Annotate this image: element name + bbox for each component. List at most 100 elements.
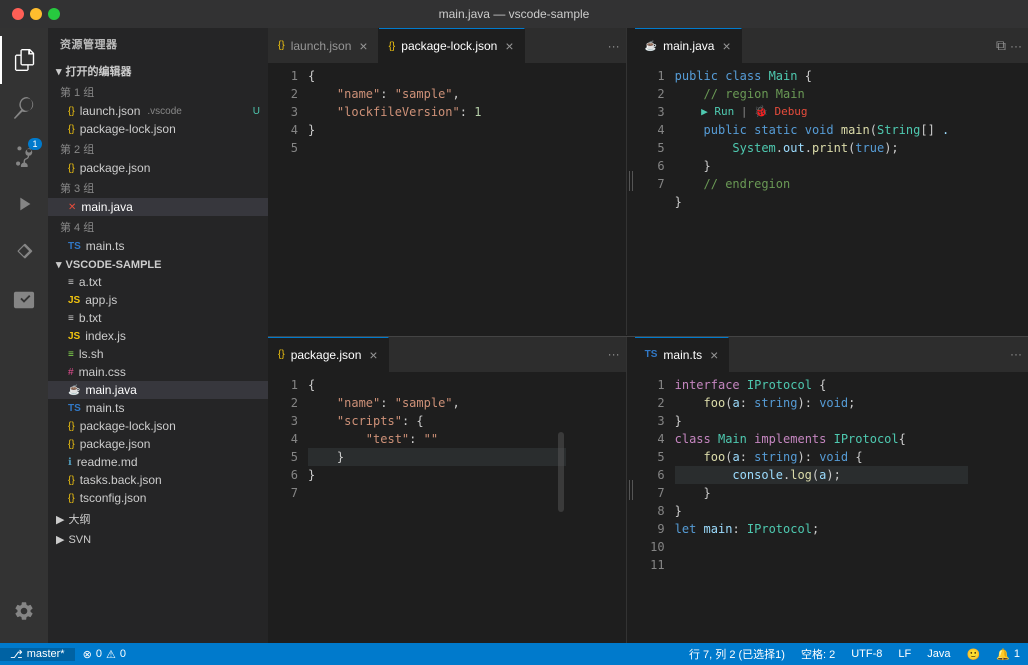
- project-section[interactable]: ▾ VSCODE-SAMPLE: [48, 255, 268, 273]
- svn-section[interactable]: ▶ SVN: [48, 529, 268, 548]
- line-num: 10: [635, 538, 665, 556]
- code-area[interactable]: { "name": "sample", "lockfileVersion": 1…: [308, 63, 566, 335]
- tab-bar-top-right: ☕ main.java × ⧉ ···: [635, 28, 1028, 63]
- sidebar-item-ls-sh[interactable]: ≡ ls.sh: [48, 345, 268, 363]
- sidebar-item-main-ts-1[interactable]: TS main.ts: [48, 237, 268, 255]
- sidebar-item-package-json-1[interactable]: {} package.json: [48, 159, 268, 177]
- sidebar-item-main-java-1[interactable]: ✕ main.java: [48, 198, 268, 216]
- sidebar-item-launch-json[interactable]: {} launch.json .vscode U: [48, 102, 268, 120]
- outline-section[interactable]: ▶ 大纲: [48, 507, 268, 529]
- sidebar-item-app-js[interactable]: JS app.js: [48, 291, 268, 309]
- sidebar-item-package-json-2[interactable]: {} package.json: [48, 435, 268, 453]
- editor-content-top-left[interactable]: 1 2 3 4 5 { "name": "sample", "lockfileV…: [268, 63, 626, 335]
- txt-icon: ≡: [68, 277, 74, 288]
- sidebar-item-readme-md[interactable]: ℹ readme.md: [48, 453, 268, 471]
- search-activity-icon[interactable]: [0, 84, 48, 132]
- sidebar-item-main-ts-2[interactable]: TS main.ts: [48, 399, 268, 417]
- tab-close-button[interactable]: ×: [359, 39, 367, 53]
- status-git[interactable]: ⎇ master*: [0, 648, 75, 661]
- pane-drag-handle-top[interactable]: [627, 28, 635, 335]
- editor-content-bottom-left[interactable]: 1 2 3 4 5 6 7 { "name": "sample", "scrip…: [268, 372, 626, 644]
- tab-package-json[interactable]: {} package.json ×: [268, 337, 389, 372]
- sidebar-item-main-css[interactable]: # main.css: [48, 363, 268, 381]
- sidebar-item-b-txt[interactable]: ≡ b.txt: [48, 309, 268, 327]
- code-area[interactable]: interface IProtocol { foo(a: string): vo…: [675, 372, 968, 644]
- tab-actions-top-right: ⧉ ···: [990, 28, 1028, 63]
- split-editor-icon[interactable]: ⧉: [996, 37, 1006, 54]
- status-language[interactable]: Java: [919, 646, 958, 662]
- tab-close-button[interactable]: ×: [369, 348, 377, 362]
- line-num: 6: [635, 466, 665, 484]
- status-position[interactable]: 行 7, 列 2 (已选择1): [681, 646, 793, 662]
- file-name: readme.md: [77, 455, 138, 469]
- code-area[interactable]: public class Main { // region Main ▶ Run…: [675, 63, 968, 335]
- scrollbar-indicator: [558, 432, 564, 512]
- sidebar-item-main-java-2[interactable]: ☕ main.java: [48, 381, 268, 399]
- tab-package-lock-json[interactable]: {} package-lock.json ×: [379, 28, 525, 63]
- code-line: "scripts": {: [308, 412, 566, 430]
- settings-activity-icon[interactable]: [0, 587, 48, 635]
- position-label: 行 7, 列 2 (已选择1): [689, 646, 785, 662]
- group-1-label: 第 1 组: [48, 81, 268, 102]
- line-num: 1: [635, 376, 665, 394]
- editor-row-top: {} launch.json × {} package-lock.json × …: [268, 28, 1028, 336]
- extensions-activity-icon[interactable]: [0, 228, 48, 276]
- sidebar-item-package-lock-json-2[interactable]: {} package-lock.json: [48, 417, 268, 435]
- line-num: 6: [268, 466, 298, 484]
- sidebar-item-index-js[interactable]: JS index.js: [48, 327, 268, 345]
- line-num: 2: [635, 394, 665, 412]
- status-feedback[interactable]: 🙂: [958, 646, 988, 662]
- line-num: 1: [635, 67, 665, 85]
- json-icon: {}: [68, 439, 75, 450]
- maximize-button[interactable]: [48, 8, 60, 20]
- open-editors-section[interactable]: ▾ 打开的编辑器: [48, 60, 268, 81]
- notification-count: 1: [1014, 648, 1020, 660]
- tab-main-java[interactable]: ☕ main.java ×: [635, 28, 742, 63]
- code-line: }: [308, 121, 566, 139]
- java-tab-icon: ☕: [645, 41, 657, 52]
- line-num: 1: [268, 67, 298, 85]
- git-activity-icon[interactable]: 1: [0, 132, 48, 180]
- sidebar-item-package-lock-json-1[interactable]: {} package-lock.json: [48, 120, 268, 138]
- editor-pane-bottom-left: {} package.json × ··· 1 2 3 4 5: [268, 337, 627, 644]
- status-line-ending[interactable]: LF: [890, 646, 919, 662]
- code-line: {: [308, 67, 566, 85]
- group-4-label: 第 4 组: [48, 216, 268, 237]
- close-button[interactable]: [12, 8, 24, 20]
- file-name: tasks.back.json: [80, 473, 162, 487]
- status-encoding[interactable]: UTF-8: [843, 646, 890, 662]
- minimap-bottom-right: [968, 372, 1028, 644]
- tab-launch-json[interactable]: {} launch.json ×: [268, 28, 379, 63]
- tab-close-button[interactable]: ×: [505, 39, 513, 53]
- txt-icon: ≡: [68, 313, 74, 324]
- sidebar-item-tasks-back-json[interactable]: {} tasks.back.json: [48, 471, 268, 489]
- encoding-label: UTF-8: [851, 648, 882, 660]
- more-actions-icon[interactable]: ···: [608, 347, 620, 361]
- bell-icon: 🔔: [996, 648, 1010, 661]
- more-actions-icon[interactable]: ···: [608, 39, 620, 53]
- pane-drag-handle-bottom[interactable]: [627, 337, 635, 644]
- minimize-button[interactable]: [30, 8, 42, 20]
- code-line: foo(a: string): void {: [675, 448, 968, 466]
- tab-bar-bottom-left: {} package.json × ···: [268, 337, 626, 372]
- more-actions-icon[interactable]: ···: [1010, 347, 1022, 361]
- test-activity-icon[interactable]: [0, 276, 48, 324]
- code-line: }: [675, 484, 968, 502]
- more-actions-icon[interactable]: ···: [1010, 39, 1022, 53]
- explorer-activity-icon[interactable]: [0, 36, 48, 84]
- line-num: 7: [635, 175, 665, 193]
- sidebar-item-tsconfig-json[interactable]: {} tsconfig.json: [48, 489, 268, 507]
- code-area[interactable]: { "name": "sample", "scripts": { "test":…: [308, 372, 566, 644]
- tab-main-ts[interactable]: TS main.ts ×: [635, 337, 730, 372]
- run-activity-icon[interactable]: [0, 180, 48, 228]
- editor-pane-bottom-right: TS main.ts × ··· 1 2 3 4 5 6: [635, 337, 1028, 644]
- tab-close-button[interactable]: ×: [710, 348, 718, 362]
- status-spaces[interactable]: 空格: 2: [793, 646, 843, 662]
- status-errors[interactable]: ⊗ 0 ⚠ 0: [75, 648, 134, 661]
- status-notifications[interactable]: 🔔 1: [988, 646, 1028, 662]
- sidebar-item-a-txt[interactable]: ≡ a.txt: [48, 273, 268, 291]
- editor-content-bottom-right[interactable]: 1 2 3 4 5 6 7 8 9 10 11 interface IProto…: [635, 372, 1028, 644]
- tab-close-button[interactable]: ×: [722, 39, 730, 53]
- editor-content-top-right[interactable]: 1 2 3 4 5 6 7 public class Main { // reg…: [635, 63, 1028, 335]
- file-name: tsconfig.json: [80, 491, 147, 505]
